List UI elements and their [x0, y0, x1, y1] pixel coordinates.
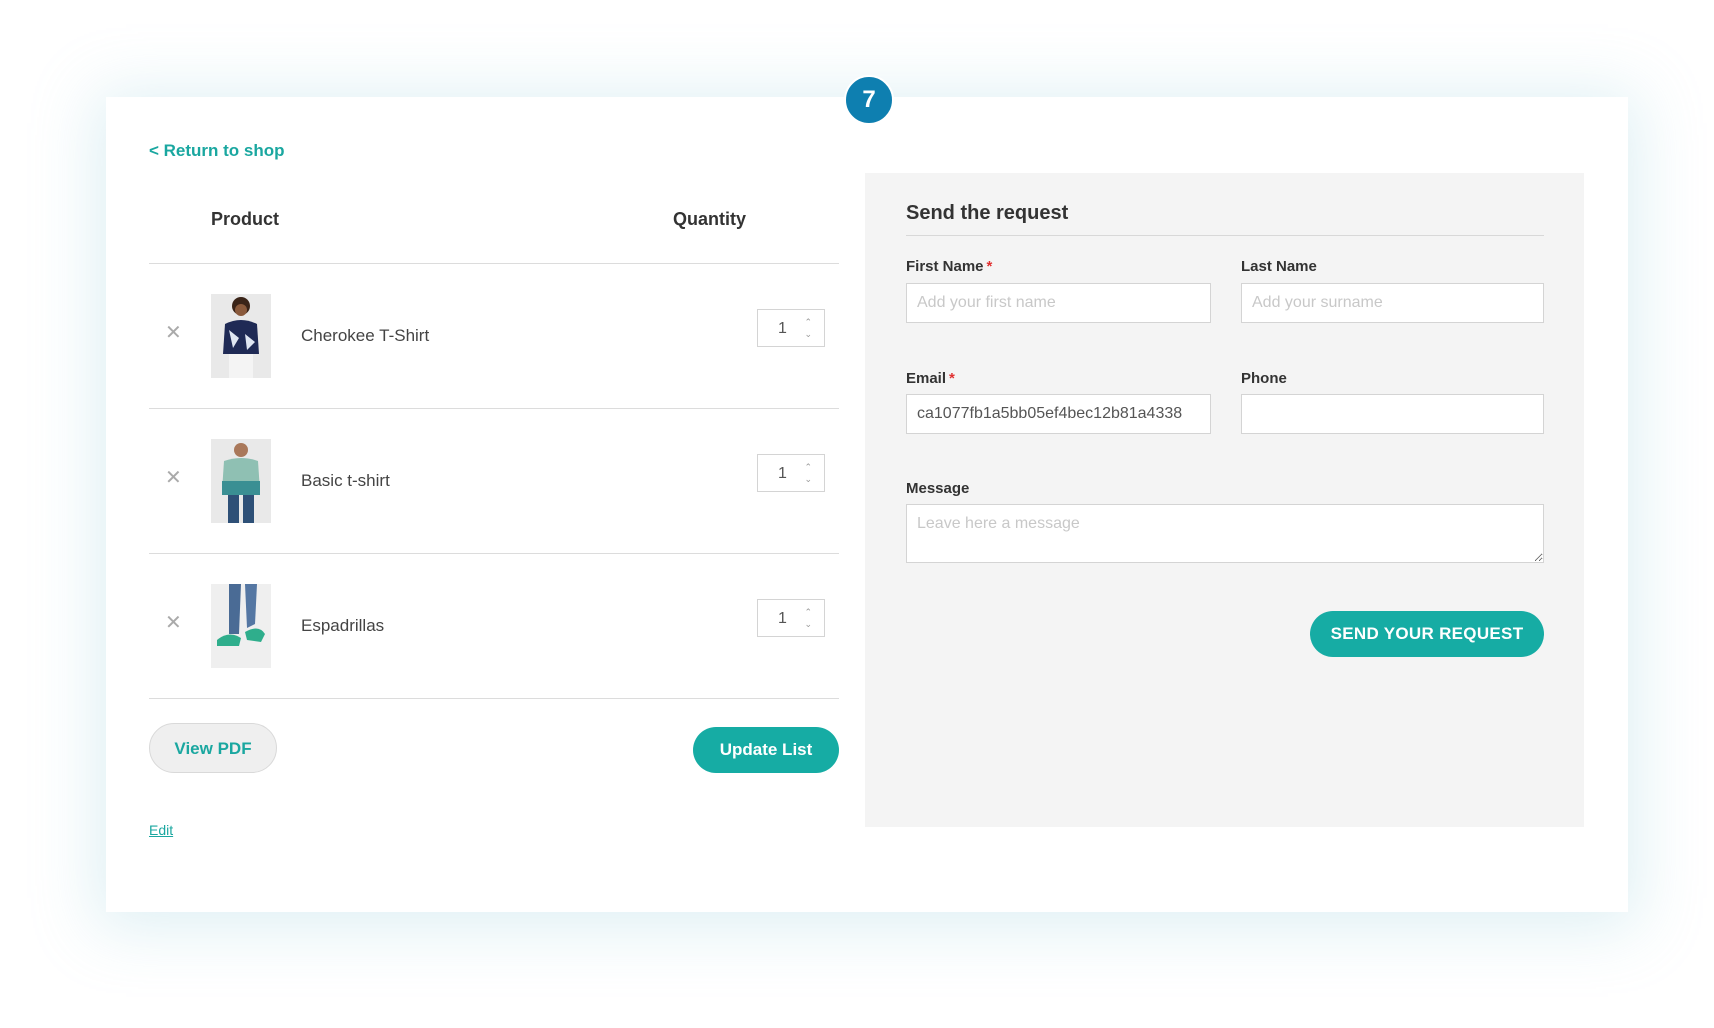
product-name[interactable]: Espadrillas — [301, 616, 384, 636]
chevron-up-icon[interactable]: ⌃ — [804, 318, 812, 327]
product-name[interactable]: Basic t-shirt — [301, 471, 390, 491]
first-name-label: First Name * — [906, 258, 993, 275]
product-name[interactable]: Cherokee T-Shirt — [301, 326, 429, 346]
form-divider — [906, 235, 1544, 236]
email-field[interactable] — [906, 394, 1211, 434]
required-mark: * — [949, 370, 955, 387]
quantity-stepper[interactable]: 1 ⌃ ⌄ — [757, 454, 825, 492]
remove-item-icon[interactable]: ✕ — [165, 468, 182, 488]
last-name-field[interactable] — [1241, 283, 1544, 323]
chevron-up-icon[interactable]: ⌃ — [804, 463, 812, 472]
email-label: Email * — [906, 370, 955, 387]
remove-item-icon[interactable]: ✕ — [165, 323, 182, 343]
view-pdf-button[interactable]: View PDF — [149, 723, 277, 773]
quantity-value[interactable]: 1 — [778, 465, 787, 483]
table-row: ✕ Espadrillas 1 ⌃ ⌄ — [149, 554, 839, 698]
request-card: < Return to shop Product Quantity ✕ Cher… — [106, 97, 1628, 912]
product-column-header: Product — [211, 209, 280, 229]
request-form-panel: Send the request First Name* Last Name E… — [865, 173, 1584, 827]
product-thumbnail-espadrillas — [211, 584, 271, 668]
required-mark: * — [986, 258, 993, 275]
message-label: Message — [906, 480, 970, 497]
edit-link[interactable]: Edit — [149, 822, 173, 838]
phone-field[interactable] — [1241, 394, 1544, 434]
send-request-button[interactable]: SEND YOUR REQUEST — [1310, 611, 1544, 657]
quantity-stepper[interactable]: 1 ⌃ ⌄ — [757, 309, 825, 347]
step-number-badge: 7 — [844, 75, 894, 125]
chevron-down-icon[interactable]: ⌄ — [804, 330, 812, 339]
product-thumbnail-basic-tshirt — [211, 439, 271, 523]
table-row: ✕ Cherokee T-Shirt 1 ⌃ ⌄ — [149, 264, 839, 408]
chevron-up-icon[interactable]: ⌃ — [804, 608, 812, 617]
message-textarea[interactable] — [906, 504, 1544, 563]
table-divider — [149, 698, 839, 699]
product-thumbnail-cherokee — [211, 294, 271, 378]
form-title: Send the request — [906, 202, 1069, 224]
last-name-label: Last Name — [1241, 258, 1317, 275]
quantity-value[interactable]: 1 — [778, 320, 787, 338]
quantity-stepper[interactable]: 1 ⌃ ⌄ — [757, 599, 825, 637]
first-name-field[interactable] — [906, 283, 1211, 323]
update-list-button[interactable]: Update List — [693, 727, 839, 773]
phone-label: Phone — [1241, 370, 1287, 387]
chevron-down-icon[interactable]: ⌄ — [804, 620, 812, 629]
return-to-shop-link[interactable]: < Return to shop — [149, 141, 285, 161]
remove-item-icon[interactable]: ✕ — [165, 613, 182, 633]
table-row: ✕ Basic t-shirt 1 ⌃ ⌄ — [149, 409, 839, 553]
quantity-column-header: Quantity — [673, 209, 747, 229]
chevron-down-icon[interactable]: ⌄ — [804, 475, 812, 484]
quantity-value[interactable]: 1 — [778, 610, 787, 628]
